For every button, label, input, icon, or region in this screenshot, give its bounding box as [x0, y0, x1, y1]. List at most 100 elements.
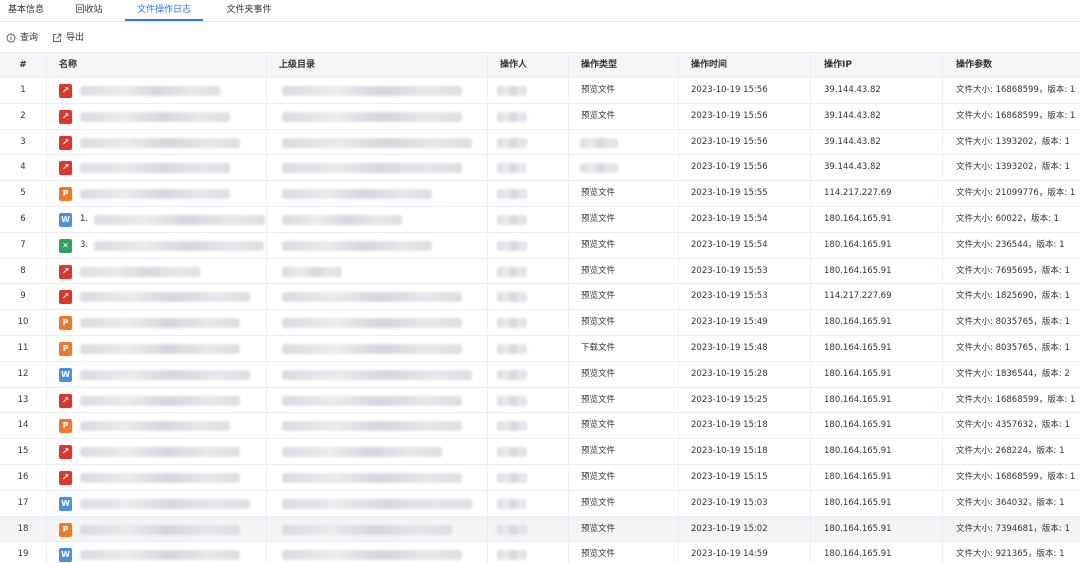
table-row[interactable]: 6 W 1. 预览文件 2023-10-19 15:54 180.164.165.91 文件… — [0, 207, 1080, 233]
redacted-parent-directory — [282, 473, 462, 483]
operation-time: 2023-10-19 15:02 — [691, 523, 768, 534]
redacted-file-name — [80, 473, 240, 483]
column-header-parent-directory: 上级目录 — [279, 60, 316, 70]
redacted-parent-directory — [282, 369, 472, 380]
query-button[interactable]: 查询 — [6, 30, 42, 46]
redacted-parent-directory — [282, 240, 432, 251]
table-row[interactable]: 9 ↗ 预览文件 2023-10-19 15:53 114.217.227.69 文件大小… — [0, 284, 1080, 311]
tab-recycle-bin[interactable]: 回收站 — [72, 0, 106, 22]
redacted-parent-directory — [282, 447, 442, 458]
table-row[interactable]: 5 P 预览文件 2023-10-19 15:55 114.217.227.69 文件大小… — [0, 181, 1080, 207]
table-row[interactable]: 11 P 下载文件 2023-10-19 15:48 180.164.165.91 文件大… — [0, 336, 1080, 362]
operation-type: 预览文件 — [581, 265, 616, 276]
redacted-file-name — [80, 137, 240, 148]
redacted-operator — [497, 524, 527, 535]
row-index: 2 — [20, 110, 26, 121]
column-divider — [568, 52, 569, 563]
operation-ip: 180.164.165.91 — [824, 368, 892, 379]
redacted-operator — [497, 550, 527, 561]
row-index: 4 — [20, 162, 26, 173]
row-index: 5 — [20, 188, 26, 199]
redacted-parent-directory — [282, 395, 462, 406]
redacted-file-name — [80, 498, 250, 509]
row-index: 11 — [17, 343, 29, 353]
redacted-parent-directory — [282, 318, 462, 329]
table-row[interactable]: 4 ↗ 2023-10-19 15:56 39.144.43.82 文件大小: 1393… — [0, 155, 1080, 182]
operation-type: 预览文件 — [581, 291, 616, 302]
operation-ip: 180.164.165.91 — [824, 420, 892, 431]
column-divider — [46, 52, 47, 563]
operation-ip: 114.217.227.69 — [824, 188, 892, 199]
file-name[interactable]: 1. — [80, 207, 94, 232]
table-row[interactable]: 10 P 预览文件 2023-10-19 15:49 180.164.165.91 文件大… — [0, 310, 1080, 336]
file-name[interactable]: 3. — [80, 233, 94, 258]
column-header-operator: 操作人 — [500, 60, 528, 70]
redacted-parent-directory — [282, 189, 432, 200]
operation-time: 2023-10-19 15:56 — [691, 136, 768, 147]
redacted-file-name — [80, 395, 240, 406]
export-icon — [53, 33, 62, 42]
table-row[interactable]: 8 ↗ 预览文件 2023-10-19 15:53 180.164.165.91 文件大小… — [0, 259, 1080, 285]
redacted-operator — [497, 163, 527, 174]
tab-basic-info[interactable]: 基本信息 — [6, 0, 46, 22]
active-tab-indicator — [125, 19, 203, 21]
operation-ip: 180.164.165.91 — [824, 549, 892, 560]
export-button[interactable]: 导出 — [52, 30, 88, 46]
ppt-file-icon: P — [59, 342, 72, 356]
row-index: 14 — [17, 420, 29, 431]
table-row[interactable]: 15 ↗ 预览文件 2023-10-19 15:18 180.164.165.91 文件大… — [0, 439, 1080, 465]
operation-ip: 180.164.165.91 — [824, 472, 892, 482]
table-row[interactable]: 16 ↗ 预览文件 2023-10-19 15:15 180.164.165.91 文件大… — [0, 465, 1080, 491]
row-index: 16 — [17, 472, 29, 482]
table-row[interactable]: 7 ✕ 3. 预览文件 2023-10-19 15:54 180.164.165.91 文件… — [0, 233, 1080, 259]
row-index: 9 — [20, 291, 26, 302]
redacted-operator — [497, 292, 527, 303]
redacted-operator — [497, 473, 527, 483]
row-index: 7 — [20, 239, 26, 250]
doc-file-icon: W — [59, 548, 72, 563]
operation-time: 2023-10-19 15:48 — [691, 343, 768, 353]
column-header-index: # — [19, 60, 27, 70]
redacted-file-name — [94, 215, 265, 225]
redacted-file-name — [80, 266, 200, 277]
column-header-operation-time: 操作时间 — [691, 60, 728, 70]
table-row[interactable]: 19 W 预览文件 2023-10-19 14:59 180.164.165.91 文件大… — [0, 542, 1080, 563]
operation-ip: 180.164.165.91 — [824, 394, 892, 405]
operation-time: 2023-10-19 15:56 — [691, 110, 768, 121]
row-index: 10 — [17, 317, 29, 328]
operation-ip: 180.164.165.91 — [824, 239, 892, 250]
redacted-operator — [497, 344, 527, 354]
query-label: 查询 — [20, 33, 39, 43]
column-divider — [266, 52, 267, 563]
operation-type: 预览文件 — [581, 549, 616, 560]
table-row[interactable]: 12 W 预览文件 2023-10-19 15:28 180.164.165.91 文件大… — [0, 362, 1080, 388]
redacted-parent-directory — [282, 86, 462, 96]
xls-file-icon: ✕ — [59, 238, 72, 253]
table-row[interactable]: 14 P 预览文件 2023-10-19 15:18 180.164.165.91 文件大… — [0, 413, 1080, 440]
redacted-file-name — [80, 318, 240, 329]
doc-file-icon: W — [59, 213, 72, 227]
operation-params: 文件大小: 4357632，版本: 1 — [956, 420, 1070, 431]
table-row[interactable]: 13 ↗ 预览文件 2023-10-19 15:25 180.164.165.91 文件大… — [0, 388, 1080, 414]
redacted-operator — [497, 318, 527, 329]
operation-params: 文件大小: 16868599，版本: 1 — [956, 110, 1076, 121]
table-row[interactable]: 3 ↗ 2023-10-19 15:56 39.144.43.82 文件大小: 1393… — [0, 130, 1080, 156]
redacted-file-name — [80, 447, 240, 458]
operation-ip: 39.144.43.82 — [824, 110, 881, 121]
table-row[interactable]: 17 W 预览文件 2023-10-19 15:03 180.164.165.91 文件大… — [0, 491, 1080, 517]
redacted-parent-directory — [282, 111, 462, 122]
table-row[interactable]: 1 ↗ 预览文件 2023-10-19 15:56 39.144.43.82 文件大小: … — [0, 78, 1080, 104]
column-divider — [810, 52, 811, 563]
operation-params: 文件大小: 236544，版本: 1 — [956, 239, 1065, 250]
row-index: 12 — [17, 368, 29, 379]
table-row[interactable]: 2 ↗ 预览文件 2023-10-19 15:56 39.144.43.82 文件大小: … — [0, 104, 1080, 130]
operation-type: 预览文件 — [581, 368, 616, 379]
row-index: 13 — [17, 394, 29, 405]
table-row[interactable]: 18 P 预览文件 2023-10-19 15:02 180.164.165.91 文件大… — [0, 516, 1080, 543]
redacted-operator — [497, 266, 527, 277]
ppt-file-icon: P — [59, 316, 72, 331]
operation-type: 预览文件 — [581, 85, 616, 95]
redacted-operator — [497, 189, 527, 200]
row-index: 15 — [17, 446, 29, 457]
tab-folder-events[interactable]: 文件夹事件 — [224, 0, 274, 22]
